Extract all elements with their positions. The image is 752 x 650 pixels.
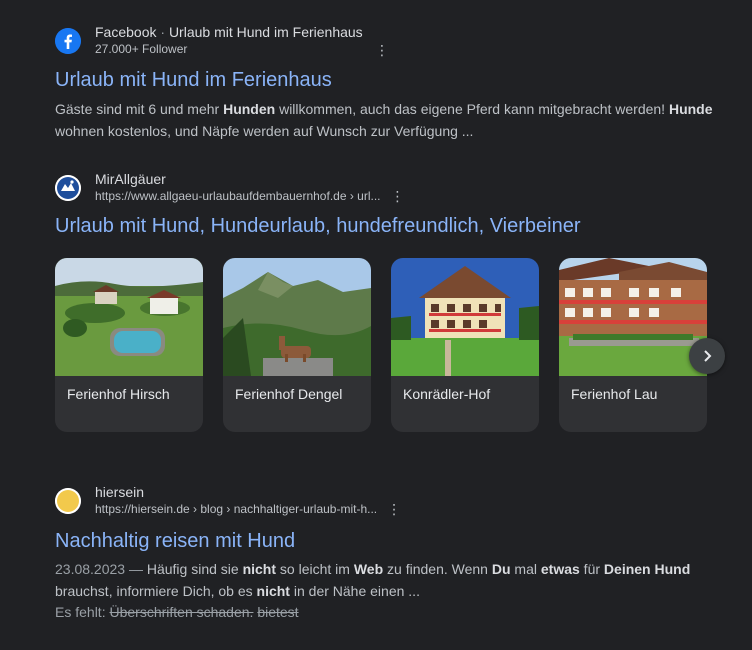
snippet-text-segment: mal [510,561,541,577]
facebook-icon [55,28,81,54]
image-card-label: Ferienhof Hirsch [67,386,170,402]
snippet-text-segment: so leicht im [276,561,354,577]
snippet-text-segment: für [579,561,604,577]
snippet-text-segment: willkommen, auch das eigene Pferd kann m… [275,101,669,117]
image-card-label: Konrädler-Hof [403,386,491,402]
source-name: MirAllgäuer [95,171,166,187]
snippet-text-segment: in der Nähe einen ... [289,583,420,599]
more-options-icon[interactable]: ⋮ [391,188,405,205]
search-result-mirallgaeuer: MirAllgäuer https://www.allgaeu-urlaubau… [55,171,735,239]
result-source[interactable]: MirAllgäuer https://www.allgaeu-urlaubau… [55,171,735,205]
source-name: Facebook [95,24,157,40]
missing-terms: Es fehlt: Überschriften schaden. bietest [55,602,735,622]
carousel-next-button[interactable] [689,338,725,374]
image-carousel: Ferienhof Hirsch Ferienhof Dengel Konräd… [55,258,735,432]
more-options-icon[interactable]: ⋮ [375,42,389,59]
card-image [559,258,707,376]
source-url: https://www.allgaeu-urlaubaufdembauernho… [95,189,381,203]
result-source[interactable]: hiersein https://hiersein.de › blog › na… [55,484,735,518]
source-name: hiersein [95,484,145,500]
result-snippet: Gäste sind mit 6 und mehr Hunden willkom… [55,98,735,142]
snippet-bold-term: nicht [256,583,290,599]
result-title-link[interactable]: Urlaub mit Hund im Ferienhaus [55,67,735,93]
snippet-bold-term: Hunde [668,101,713,117]
search-result-hiersein: hiersein https://hiersein.de › blog › na… [55,484,735,622]
result-source[interactable]: Facebook · Urlaub mit Hund im Ferienhaus… [55,24,735,58]
snippet-text-segment: wohnen kostenlos, und Näpfe werden auf W… [55,123,474,139]
image-card-ferienhof-lau[interactable]: Ferienhof Lau [559,258,707,432]
snippet-bold-term: Hunden [223,101,276,117]
result-date: 23.08.2023 [55,561,126,577]
yellow-circle-icon [55,488,81,514]
snippet-bold-term: Deinen Hund [603,561,691,577]
snippet-text-segment: zu finden. Wenn [383,561,492,577]
snippet-text-segment: Häufig sind sie [146,561,243,577]
snippet-bold-term: Web [353,561,384,577]
card-image [55,258,203,376]
snippet-bold-term: etwas [540,561,580,577]
mirallgaeuer-logo-icon [55,175,81,201]
image-card-konraedler-hof[interactable]: Konrädler-Hof [391,258,539,432]
result-title-link[interactable]: Urlaub mit Hund, Hundeurlaub, hundefreun… [55,213,735,239]
snippet-bold-term: Du [491,561,511,577]
source-separator: · [156,24,169,40]
card-image [223,258,371,376]
image-card-ferienhof-hirsch[interactable]: Ferienhof Hirsch [55,258,203,432]
missing-label: Es fehlt: [55,604,110,620]
missing-term: Überschriften schaden. [109,604,254,620]
result-snippet: 23.08.2023 — Häufig sind sie nicht so le… [55,558,735,602]
source-url: https://hiersein.de › blog › nachhaltige… [95,502,378,516]
image-card-ferienhof-dengel[interactable]: Ferienhof Dengel [223,258,371,432]
follower-count: 27.000+ Follower [95,42,188,56]
chevron-right-icon [704,350,712,362]
image-card-label: Ferienhof Lau [571,386,658,402]
snippet-bold-term: nicht [242,561,277,577]
missing-term: bietest [257,604,299,620]
source-page-name: Urlaub mit Hund im Ferienhaus [168,24,363,40]
card-image [391,258,539,376]
snippet-text-segment: brauchst, informiere Dich, ob es [55,583,257,599]
snippet-text: Häufig sind sie nicht so leicht im Web z… [55,561,690,599]
search-result-facebook: Facebook · Urlaub mit Hund im Ferienhaus… [55,24,735,142]
date-separator: — [125,561,147,577]
result-title-link[interactable]: Nachhaltig reisen mit Hund [55,528,735,554]
more-options-icon[interactable]: ⋮ [387,501,401,518]
snippet-text-segment: Gäste sind mit 6 und mehr [55,101,224,117]
image-card-label: Ferienhof Dengel [235,386,343,402]
